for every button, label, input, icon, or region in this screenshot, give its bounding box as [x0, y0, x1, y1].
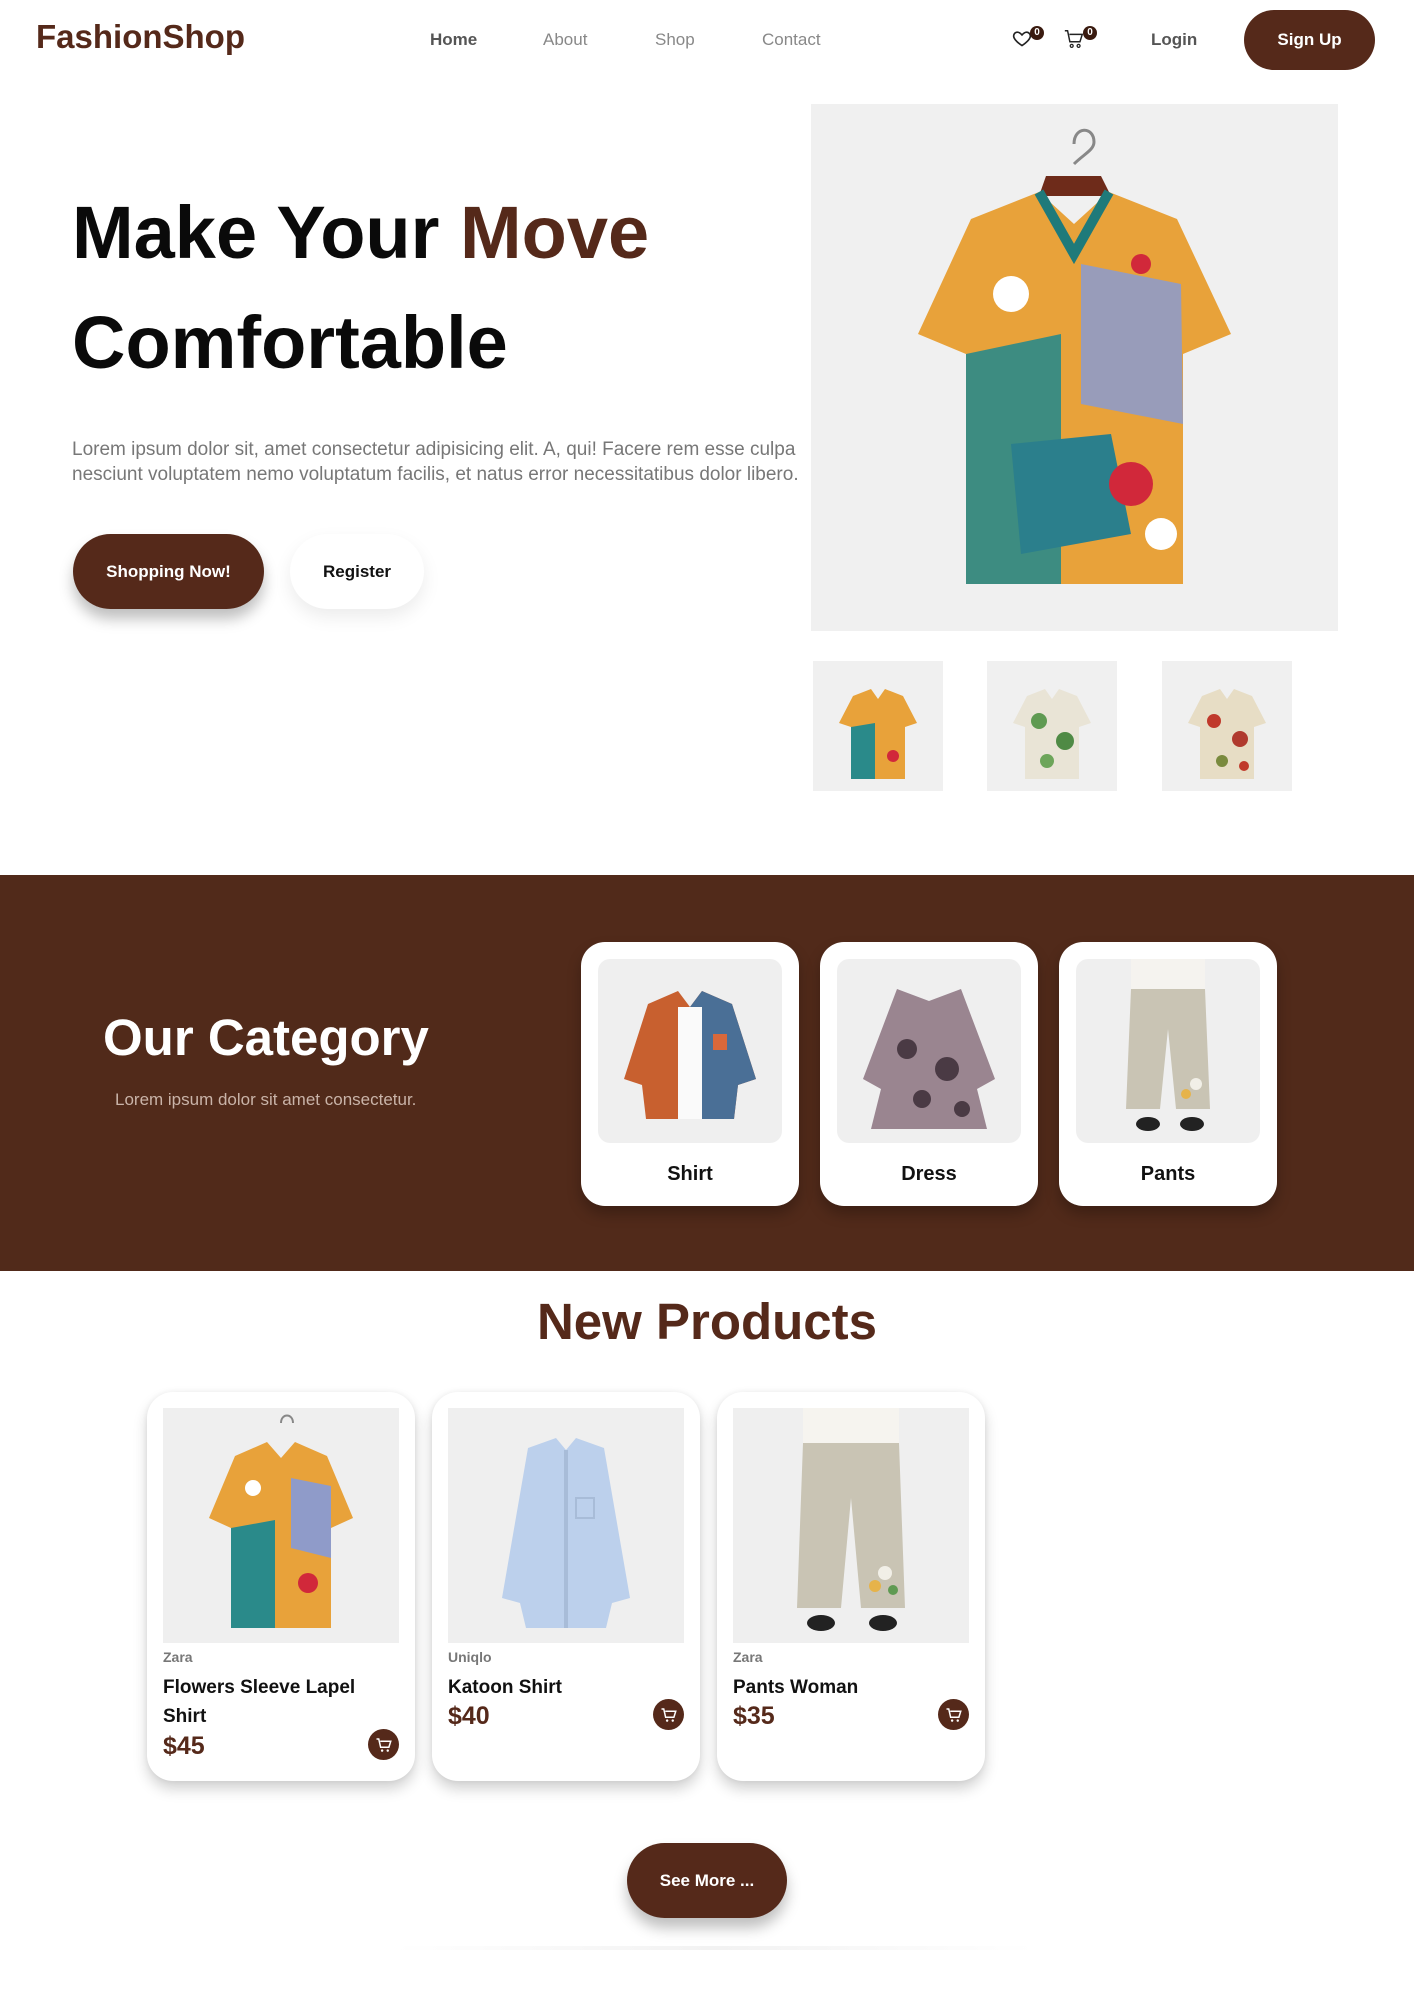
shirt-icon	[1188, 689, 1266, 779]
login-link[interactable]: Login	[1151, 30, 1197, 50]
category-label: Dress	[901, 1163, 957, 1185]
hero-description: Lorem ipsum dolor sit, amet consectetur …	[72, 439, 799, 485]
product-price: $35	[733, 1702, 775, 1730]
add-to-cart-button[interactable]	[368, 1729, 399, 1760]
cart-icon	[376, 1737, 392, 1752]
add-to-cart-button[interactable]	[938, 1699, 969, 1730]
product-brand: Uniqlo	[448, 1649, 492, 1665]
top-navbar: FashionShop Home About Shop Contact 0 0 …	[0, 0, 1414, 80]
product-image	[733, 1408, 969, 1643]
cart-count-badge: 0	[1083, 26, 1097, 40]
category-image	[598, 959, 782, 1143]
product-image	[448, 1408, 684, 1643]
cart-button[interactable]: 0	[1063, 26, 1097, 55]
pants-icon	[1126, 959, 1210, 1131]
hero-title-accent: Move	[459, 191, 650, 274]
shopping-now-button[interactable]: Shopping Now!	[73, 534, 264, 609]
category-image	[1076, 959, 1260, 1143]
nav-link-home[interactable]: Home	[430, 30, 477, 50]
cart-icon	[661, 1707, 677, 1722]
category-label: Shirt	[667, 1163, 713, 1185]
shirt-icon	[1013, 689, 1091, 779]
product-name[interactable]: Katoon Shirt	[448, 1673, 668, 1702]
nav-link-about[interactable]: About	[543, 30, 587, 50]
brand-logo[interactable]: FashionShop	[36, 18, 245, 56]
pants-icon	[797, 1408, 905, 1631]
category-card-pants[interactable]: Pants	[1059, 942, 1277, 1206]
thumbnail-3[interactable]	[1162, 661, 1292, 791]
nav-link-contact[interactable]: Contact	[762, 30, 821, 50]
wishlist-button[interactable]: 0	[1012, 26, 1044, 53]
add-to-cart-button[interactable]	[653, 1699, 684, 1730]
product-price: $40	[448, 1702, 490, 1730]
thumbnail-1[interactable]	[813, 661, 943, 791]
register-button[interactable]: Register	[290, 534, 424, 609]
product-image	[163, 1408, 399, 1643]
hero-title: Make Your Move Comfortable	[72, 178, 649, 398]
product-card[interactable]: Zara Flowers Sleeve Lapel Shirt $45	[147, 1392, 415, 1781]
nav-link-shop[interactable]: Shop	[655, 30, 695, 50]
product-brand: Zara	[163, 1649, 193, 1665]
footer-divider	[395, 1946, 1035, 1950]
category-card-dress[interactable]: Dress	[820, 942, 1038, 1206]
hero-title-part1: Make Your	[72, 191, 460, 274]
shirt-icon	[502, 1438, 630, 1628]
product-price: $45	[163, 1732, 205, 1760]
shirt-icon	[839, 689, 917, 779]
hero-product-image	[811, 104, 1338, 631]
product-card[interactable]: Zara Pants Woman $35	[717, 1392, 985, 1781]
heart-icon	[1012, 31, 1032, 47]
shirt-icon	[624, 991, 756, 1119]
new-products-title: New Products	[536, 1293, 878, 1350]
product-card[interactable]: Uniqlo Katoon Shirt $40	[432, 1392, 700, 1781]
cart-icon	[1064, 30, 1084, 48]
shirt-icon	[918, 128, 1231, 584]
wishlist-count-badge: 0	[1030, 26, 1044, 40]
product-brand: Zara	[733, 1649, 763, 1665]
thumbnail-2[interactable]	[987, 661, 1117, 791]
signup-button[interactable]: Sign Up	[1244, 10, 1375, 70]
hero-title-line2: Comfortable	[72, 301, 508, 384]
product-name[interactable]: Pants Woman	[733, 1673, 953, 1702]
see-more-button[interactable]: See More ...	[627, 1843, 787, 1918]
category-title: Our Category	[103, 1009, 429, 1066]
shirt-icon	[209, 1414, 353, 1628]
category-label: Pants	[1140, 1163, 1196, 1185]
category-card-shirt[interactable]: Shirt	[581, 942, 799, 1206]
category-image	[837, 959, 1021, 1143]
category-subtitle: Lorem ipsum dolor sit amet consectetur.	[115, 1090, 417, 1109]
dress-icon	[863, 989, 995, 1129]
product-name[interactable]: Flowers Sleeve Lapel Shirt	[163, 1673, 383, 1731]
cart-icon	[946, 1707, 962, 1722]
